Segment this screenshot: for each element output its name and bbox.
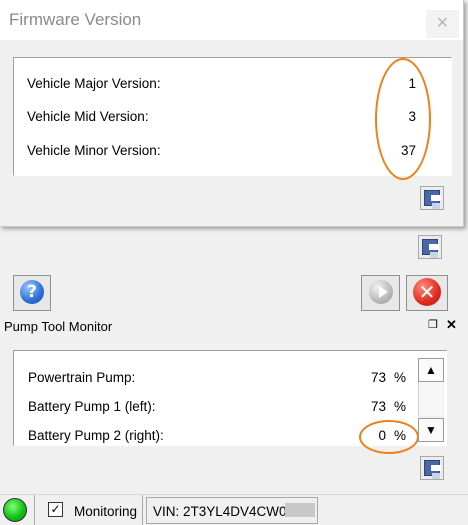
scrollbar-track[interactable] (418, 382, 443, 416)
powertrain-pump-unit: % (394, 370, 407, 385)
firmware-close-button[interactable]: × (426, 10, 459, 38)
battery-pump-1-unit: % (394, 399, 407, 414)
floppy-disk-icon (424, 190, 441, 209)
scroll-up-button[interactable]: ▲ (418, 358, 444, 382)
battery-pump-1-label: Battery Pump 1 (left): (28, 399, 156, 414)
battery-pump-1-value: 73 (370, 399, 386, 414)
stop-button[interactable]: ✕ (406, 275, 448, 311)
save-button[interactable] (418, 235, 442, 259)
firmware-save-button[interactable] (420, 186, 444, 210)
play-icon (369, 280, 393, 304)
firmware-version-dialog: Firmware Version × Vehicle Major Version… (0, 0, 464, 227)
vehicle-mid-version-label: Vehicle Mid Version: (27, 109, 149, 124)
scroll-down-button[interactable]: ▼ (418, 418, 444, 442)
pump-list-scrollbar[interactable]: ▲ ▼ (418, 358, 444, 442)
battery-pump-2-highlight-annotation (359, 420, 419, 454)
connection-status-led-icon (3, 498, 27, 522)
help-button[interactable]: ? (13, 275, 51, 311)
pump-monitor-save-button[interactable] (420, 456, 444, 480)
vin-field: VIN: 2T3YL4DV4CW00 (146, 497, 318, 524)
vin-text: VIN: 2T3YL4DV4CW00 (153, 504, 295, 519)
version-values-highlight-annotation (375, 58, 431, 180)
monitoring-label: Monitoring (74, 504, 138, 519)
floppy-disk-icon (424, 460, 441, 479)
battery-pump-2-label: Battery Pump 2 (right): (28, 428, 164, 443)
pump-monitor-title: Pump Tool Monitor (4, 319, 113, 334)
firmware-title: Firmware Version (9, 10, 142, 29)
powertrain-pump-value: 73 (370, 370, 386, 385)
floppy-disk-icon (422, 239, 439, 258)
vehicle-major-version-label: Vehicle Major Version: (27, 76, 161, 91)
restore-window-icon[interactable]: ❐ (428, 318, 438, 331)
stop-icon: ✕ (413, 278, 441, 306)
pump-monitor-titlebar[interactable]: Pump Tool Monitor ❐ ✕ (0, 315, 468, 337)
firmware-titlebar[interactable]: Firmware Version × (0, 0, 463, 40)
powertrain-pump-label: Powertrain Pump: (28, 370, 136, 385)
status-bar: ✓ Monitoring VIN: 2T3YL4DV4CW00 (0, 494, 468, 525)
vehicle-minor-version-label: Vehicle Minor Version: (27, 143, 161, 158)
help-icon: ? (20, 280, 44, 304)
pump-monitor-close-button[interactable]: ✕ (446, 317, 457, 333)
vin-redaction-mask (285, 503, 315, 517)
monitoring-checkbox[interactable]: ✓ (48, 502, 63, 517)
play-button[interactable] (361, 275, 400, 311)
